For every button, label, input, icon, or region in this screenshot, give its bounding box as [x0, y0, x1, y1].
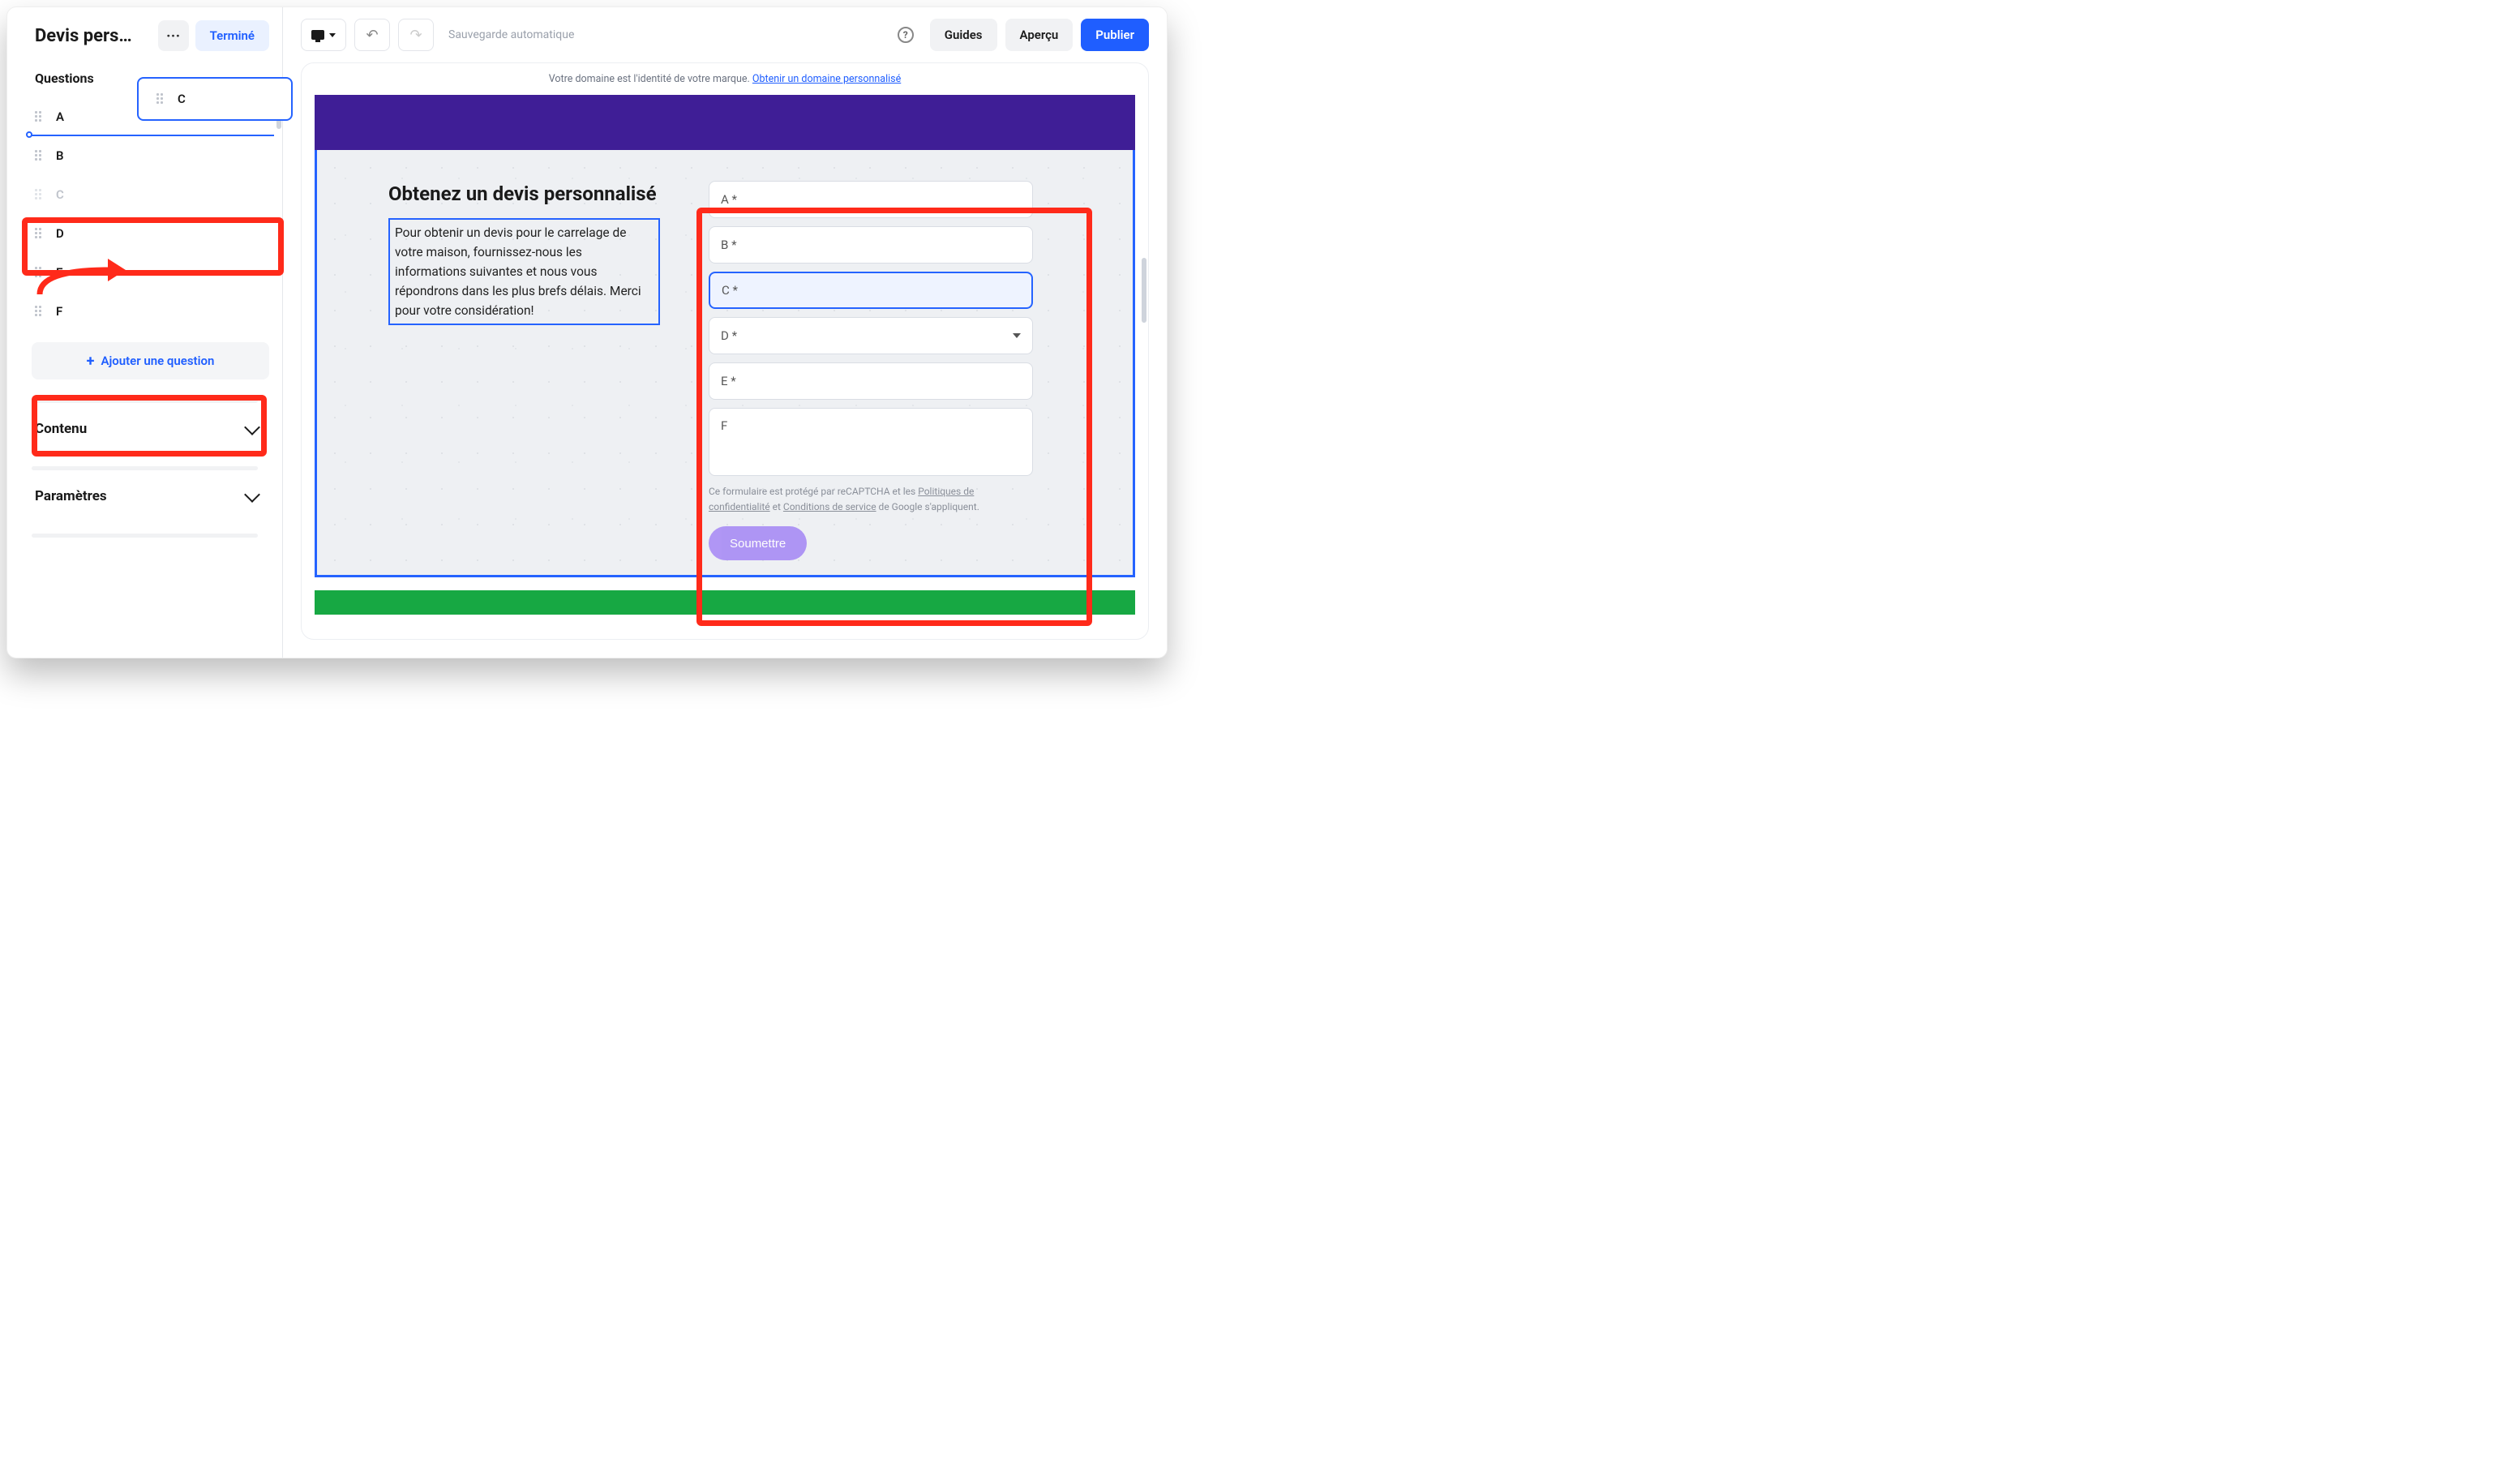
done-button[interactable]: Terminé — [195, 20, 269, 51]
redo-button[interactable]: ↷ — [398, 19, 434, 51]
accordion-label: Contenu — [35, 421, 87, 437]
settings-accordion[interactable]: Paramètres — [7, 470, 282, 522]
form-description[interactable]: Pour obtenir un devis pour le carrelage … — [388, 218, 660, 325]
drag-handle-icon[interactable] — [35, 111, 46, 122]
sidebar-scrollbar[interactable] — [276, 96, 282, 649]
chevron-down-icon — [329, 33, 336, 37]
drag-handle-icon[interactable] — [35, 150, 46, 161]
preview-button[interactable]: Aperçu — [1005, 19, 1074, 51]
domain-banner: Votre domaine est l'identité de votre ma… — [302, 63, 1148, 95]
page-footer-section[interactable] — [315, 590, 1135, 615]
divider — [32, 534, 258, 538]
question-label: C — [56, 187, 64, 202]
drag-handle-icon[interactable] — [35, 228, 46, 239]
field-c[interactable]: C * — [709, 272, 1033, 309]
canvas[interactable]: Votre domaine est l'identité de votre ma… — [301, 62, 1149, 640]
chevron-down-icon — [1013, 333, 1021, 338]
field-label: E * — [721, 374, 736, 388]
drag-handle-icon[interactable] — [156, 93, 168, 105]
form-section[interactable]: Obtenez un devis personnalisé Pour obten… — [315, 150, 1135, 577]
content-accordion[interactable]: Contenu — [7, 403, 282, 455]
canvas-scrollbar[interactable] — [1142, 258, 1146, 323]
sidebar: Devis pers… ··· Terminé Questions A C — [7, 7, 283, 658]
help-button[interactable]: ? — [889, 19, 922, 51]
field-label: A * — [721, 192, 737, 207]
submit-button[interactable]: Soumettre — [709, 526, 807, 560]
guides-button[interactable]: Guides — [930, 19, 997, 51]
annotation-arrow-icon — [30, 247, 127, 296]
question-item[interactable]: B — [35, 136, 269, 175]
field-a[interactable]: A * — [709, 181, 1033, 218]
field-d[interactable]: D * — [709, 317, 1033, 354]
question-item-placeholder: C — [35, 175, 269, 214]
plus-icon: + — [87, 353, 95, 370]
add-question-button[interactable]: + Ajouter une question — [32, 342, 269, 379]
desktop-icon — [311, 30, 324, 40]
chevron-down-icon — [244, 487, 260, 503]
drag-handle-icon[interactable] — [35, 306, 46, 317]
autosave-status: Sauvegarde automatique — [448, 28, 574, 41]
question-label: C — [178, 92, 186, 106]
field-label: F — [721, 418, 727, 433]
question-label: F — [56, 304, 62, 319]
question-item[interactable]: A C — [35, 97, 269, 136]
get-domain-link[interactable]: Obtenir un domaine personnalisé — [752, 73, 901, 85]
question-label: A — [56, 109, 64, 124]
field-f[interactable]: F — [709, 408, 1033, 476]
device-preview-button[interactable] — [301, 19, 346, 51]
help-icon: ? — [898, 27, 914, 43]
field-b[interactable]: B * — [709, 226, 1033, 264]
recaptcha-notice: Ce formulaire est protégé par reCAPTCHA … — [709, 484, 1033, 515]
question-item-dragging[interactable]: C — [137, 77, 293, 121]
accordion-label: Paramètres — [35, 488, 107, 504]
terms-link[interactable]: Conditions de service — [783, 501, 876, 512]
more-options-button[interactable]: ··· — [158, 20, 189, 51]
field-label: B * — [721, 238, 737, 252]
form-title[interactable]: Obtenez un devis personnalisé — [388, 181, 660, 207]
add-question-label: Ajouter une question — [101, 354, 214, 368]
question-item[interactable]: F — [35, 292, 269, 331]
question-label: D — [56, 226, 64, 241]
form-name: Devis pers… — [35, 26, 152, 46]
undo-button[interactable]: ↶ — [354, 19, 390, 51]
publish-button[interactable]: Publier — [1081, 19, 1149, 51]
drag-handle-icon — [35, 189, 46, 200]
chevron-down-icon — [244, 419, 260, 435]
toolbar: ↶ ↷ Sauvegarde automatique ? Guides Aper… — [283, 7, 1167, 62]
question-label: B — [56, 148, 64, 163]
page-header-section[interactable] — [315, 95, 1135, 150]
banner-text: Votre domaine est l'identité de votre ma… — [549, 73, 752, 85]
field-label: D * — [721, 328, 737, 343]
field-label: C * — [722, 283, 738, 298]
field-e[interactable]: E * — [709, 362, 1033, 400]
main-area: ↶ ↷ Sauvegarde automatique ? Guides Aper… — [283, 7, 1167, 658]
